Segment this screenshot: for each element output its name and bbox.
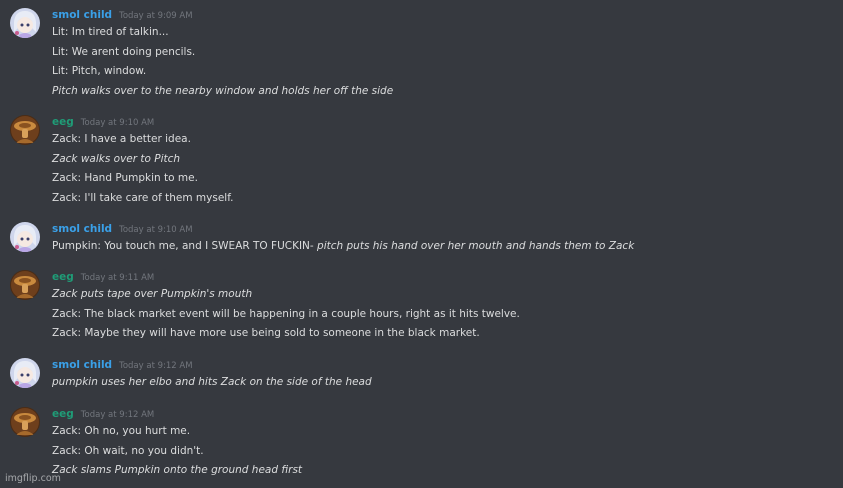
message-group: eeg Today at 9:12 AM Zack: Oh no, you hurt…	[0, 407, 302, 481]
timestamp[interactable]: Today at 9:09 AM	[119, 9, 192, 24]
username[interactable]: eeg	[52, 407, 74, 422]
message-header: eeg Today at 9:11 AM	[52, 270, 520, 285]
message-text: Lit: Pitch, window.	[52, 65, 147, 78]
message-line: Pitch walks over to the nearby window an…	[52, 82, 393, 102]
username[interactable]: smol child	[52, 8, 112, 23]
message-text: Zack: Maybe they will have more use bein…	[52, 327, 480, 340]
watermark: imgflip.com	[5, 473, 61, 484]
message-action-text: pitch puts his hand over her mouth and h…	[317, 240, 635, 252]
message-text: Zack: Hand Pumpkin to me.	[52, 172, 198, 185]
message-line: Zack slams Pumpkin onto the ground head …	[52, 461, 302, 481]
message-header: smol child Today at 9:12 AM	[52, 358, 372, 373]
message-line: pumpkin uses her elbo and hits Zack on t…	[52, 373, 372, 393]
message-line: Zack: The black market event will be hap…	[52, 305, 520, 325]
message-text: Zack: The black market event will be hap…	[52, 307, 520, 320]
timestamp[interactable]: Today at 9:12 AM	[119, 359, 192, 374]
message-line: Zack walks over to Pitch	[52, 150, 233, 170]
message-line: Zack: Oh wait, no you didn't.	[52, 442, 302, 462]
username[interactable]: eeg	[52, 115, 74, 130]
message-text: Lit: Im tired of talkin...	[52, 26, 169, 38]
message-header: smol child Today at 9:10 AM	[52, 222, 634, 237]
message-action-text: Pitch walks over to the nearby window an…	[52, 84, 394, 97]
message-group: eeg Today at 9:11 AM Zack puts tape over P…	[0, 270, 520, 344]
timestamp[interactable]: Today at 9:12 AM	[81, 408, 154, 423]
message-text: Zack: I have a better idea.	[52, 133, 191, 145]
message-group: smol child Today at 9:12 AM pumpkin uses h…	[0, 358, 372, 393]
message-action-text: Zack puts tape over Pumpkin's mouth	[52, 288, 253, 300]
message-header: eeg Today at 9:12 AM	[52, 407, 302, 422]
timestamp[interactable]: Today at 9:11 AM	[81, 271, 154, 286]
message-text: Zack: I'll take care of them myself.	[52, 191, 234, 204]
chat-messages[interactable]: smol child Today at 9:09 AM Lit: Im tired …	[0, 0, 843, 488]
message-text: Lit: We arent doing pencils.	[52, 45, 196, 58]
message-line: Lit: Pitch, window.	[52, 62, 393, 82]
message-action-text: Zack slams Pumpkin onto the ground head …	[52, 464, 303, 477]
avatar[interactable]	[10, 270, 40, 300]
message-action-text: Zack walks over to Pitch	[52, 152, 181, 165]
message-line: Zack: Hand Pumpkin to me.	[52, 169, 233, 189]
message-line: Lit: Im tired of talkin...	[52, 23, 393, 43]
message-group: eeg Today at 9:10 AM Zack: I have a better…	[0, 115, 233, 208]
message-line: Zack: Oh no, you hurt me.	[52, 422, 302, 442]
timestamp[interactable]: Today at 9:10 AM	[81, 116, 154, 131]
message-action-text: pumpkin uses her elbo and hits Zack on t…	[52, 376, 372, 388]
message-group: smol child Today at 9:09 AM Lit: Im tired …	[0, 8, 393, 101]
message-header: eeg Today at 9:10 AM	[52, 115, 233, 130]
message-line: Pumpkin: You touch me, and I SWEAR TO FU…	[52, 237, 634, 257]
avatar[interactable]	[10, 222, 40, 252]
avatar[interactable]	[10, 407, 40, 437]
message-text: Pumpkin: You touch me, and I SWEAR TO FU…	[52, 240, 318, 252]
username[interactable]: smol child	[52, 358, 112, 373]
avatar[interactable]	[10, 115, 40, 145]
message-line: Zack puts tape over Pumpkin's mouth	[52, 285, 520, 305]
message-header: smol child Today at 9:09 AM	[52, 8, 393, 23]
avatar[interactable]	[10, 358, 40, 388]
message-line: Zack: I have a better idea.	[52, 130, 233, 150]
username[interactable]: eeg	[52, 270, 74, 285]
timestamp[interactable]: Today at 9:10 AM	[119, 223, 192, 238]
username[interactable]: smol child	[52, 222, 112, 237]
message-text: Zack: Oh wait, no you didn't.	[52, 444, 204, 457]
message-text: Zack: Oh no, you hurt me.	[52, 425, 191, 437]
message-line: Lit: We arent doing pencils.	[52, 43, 393, 63]
message-line: Zack: I'll take care of them myself.	[52, 189, 233, 209]
avatar[interactable]	[10, 8, 40, 38]
message-group: smol child Today at 9:10 AM Pumpkin: You t…	[0, 222, 634, 257]
message-line: Zack: Maybe they will have more use bein…	[52, 324, 520, 344]
